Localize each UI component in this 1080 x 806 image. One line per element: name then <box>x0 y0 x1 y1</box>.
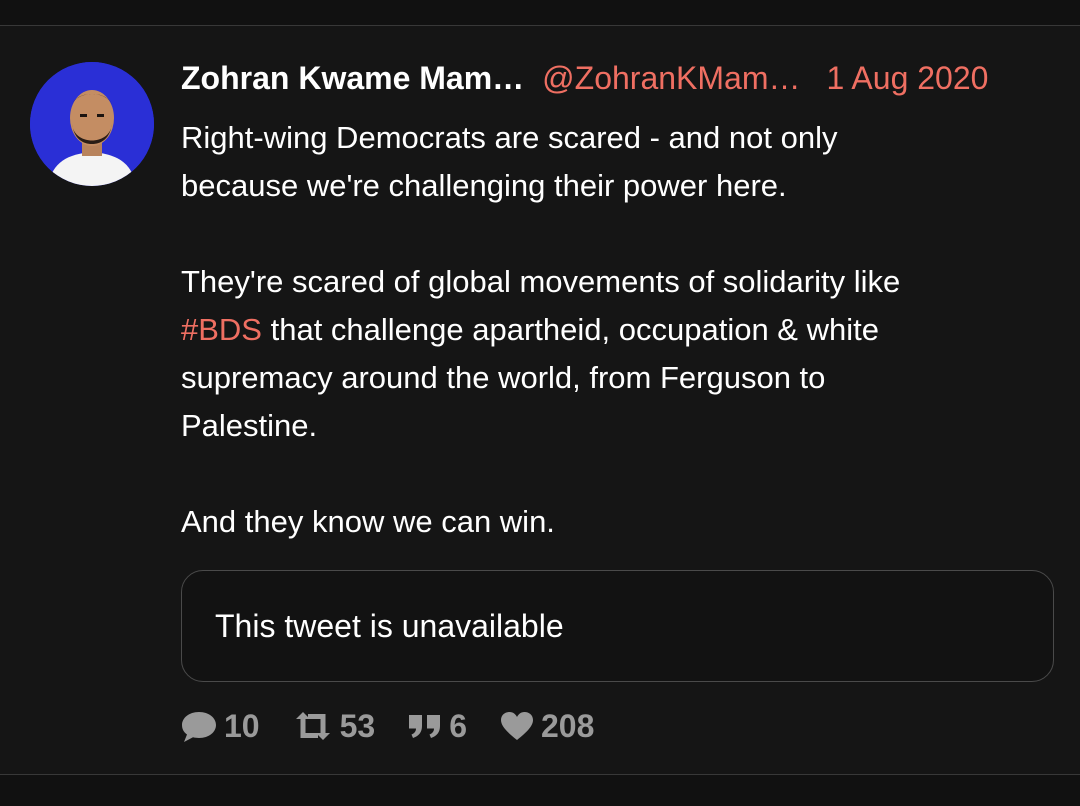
tweet-text-line: #BDS that challenge apartheid, occupatio… <box>181 306 1061 354</box>
tweet-text-line: because we're challenging their power he… <box>181 168 787 203</box>
hashtag-link[interactable]: #BDS <box>181 312 262 347</box>
author-name[interactable]: Zohran Kwame Mam… <box>181 60 524 97</box>
tweet-text-fragment: that challenge apartheid, occupation & w… <box>261 312 879 347</box>
tweet-text-line: And they know we can win. <box>181 504 555 539</box>
like-button[interactable]: 208 <box>499 708 594 745</box>
reply-count: 10 <box>224 707 260 744</box>
retweet-button[interactable]: 53 <box>292 707 376 745</box>
tweet-stats: 10 53 6 208 <box>180 704 626 748</box>
tweet-date[interactable]: 1 Aug 2020 <box>827 60 989 97</box>
speech-bubble-icon <box>182 712 216 742</box>
quote-button[interactable]: 6 <box>407 708 467 745</box>
heart-icon <box>500 712 533 740</box>
tweet-text-line: supremacy around the world, from Ferguso… <box>181 360 826 395</box>
tweet-header: Zohran Kwame Mam… @ZohranKMam… 1 Aug 202… <box>181 56 1061 100</box>
retweet-icon <box>295 712 330 740</box>
tweet-text-line: Palestine. <box>181 408 318 443</box>
like-count: 208 <box>540 707 595 744</box>
quote-icon <box>409 715 441 738</box>
quoted-tweet-box[interactable]: This tweet is unavailable <box>181 570 1054 682</box>
reply-button[interactable]: 10 <box>180 708 260 745</box>
bottom-divider-bar <box>0 774 1080 806</box>
avatar[interactable] <box>30 62 154 186</box>
tweet-text-line: They're scared of global movements of so… <box>181 264 901 299</box>
top-divider-bar <box>0 0 1080 26</box>
retweet-count: 53 <box>339 707 376 744</box>
quoted-tweet-text: This tweet is unavailable <box>215 607 564 644</box>
quote-count: 6 <box>449 707 467 744</box>
tweet-text: Right-wing Democrats are scared - and no… <box>181 114 1061 546</box>
author-handle[interactable]: @ZohranKMam… <box>542 60 800 97</box>
tweet-card[interactable]: Zohran Kwame Mam… @ZohranKMam… 1 Aug 202… <box>0 26 1080 774</box>
tweet-text-line: Right-wing Democrats are scared - and no… <box>181 120 838 155</box>
